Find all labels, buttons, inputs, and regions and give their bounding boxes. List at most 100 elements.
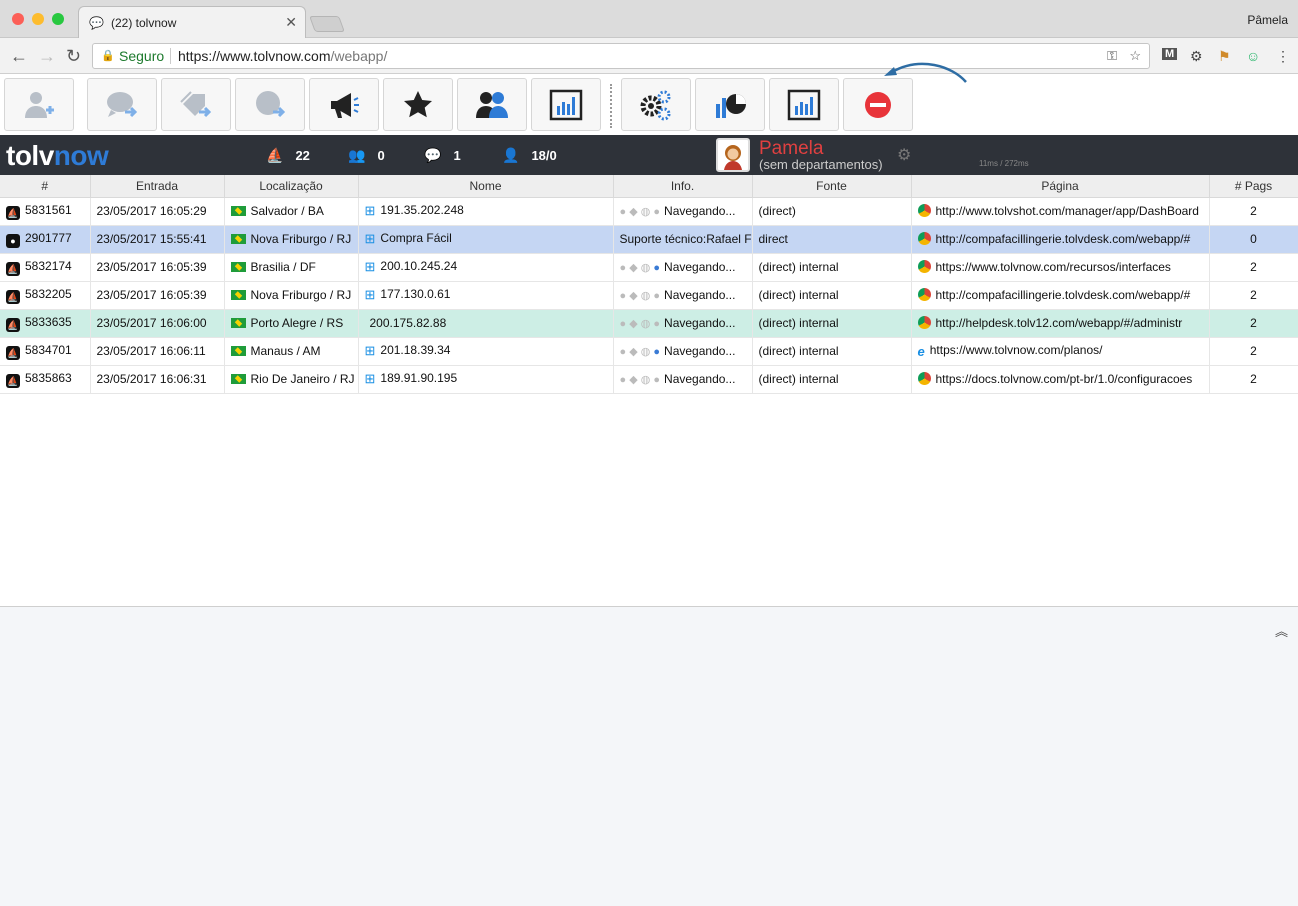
table-row[interactable]: ⛵ 5834701 23/05/2017 16:06:11 Manaus / AM ⊞ 2… [0, 337, 1298, 366]
visitor-name: 191.35.202.248 [380, 203, 464, 217]
browser-user-name[interactable]: Pâmela [1247, 13, 1288, 27]
page-url[interactable]: https://www.tolvnow.com/recursos/interfa… [936, 260, 1171, 274]
cell-pages: 2 [1209, 337, 1298, 366]
table-row[interactable]: ⛵ 5835863 23/05/2017 16:06:31 Rio De Janeir… [0, 365, 1298, 394]
globe-icon: ◍ [640, 262, 654, 274]
url-text[interactable]: https://www.tolvnow.com/webapp/ [178, 48, 387, 64]
app-header: tolvnow ⛵ 22 👥 0 💬 1 👤 18/0 Pamela (sem depa… [0, 135, 1298, 175]
logo-part-1: tolv [6, 140, 54, 171]
tag-icon: ◆ [629, 206, 641, 218]
address-bar[interactable]: 🔒 Seguro https://www.tolvnow.com/webapp/… [92, 43, 1150, 69]
analytics-button[interactable] [695, 78, 765, 131]
broadcast-button[interactable] [309, 78, 379, 131]
close-tab-icon[interactable]: ✕ [285, 14, 297, 31]
chat-bubble-icon: ● [619, 206, 630, 218]
agent-department: (sem departamentos) [759, 157, 883, 172]
cell-pages: 0 [1209, 225, 1298, 254]
column-header[interactable]: Entrada [90, 175, 225, 198]
windows-icon: ⊞ [364, 259, 376, 274]
agent-avatar[interactable] [716, 138, 750, 172]
flag-extension-icon[interactable]: ⚑ [1218, 48, 1231, 65]
table-row[interactable]: ⛵ 5832174 23/05/2017 16:05:39 Brasilia / DF… [0, 253, 1298, 282]
back-arrow-icon[interactable]: ← [10, 46, 28, 67]
column-header[interactable]: # [0, 175, 91, 198]
transfer-tags-button[interactable] [161, 78, 231, 131]
forward-arrow-icon[interactable]: → [38, 46, 56, 67]
column-header[interactable]: Nome [358, 175, 614, 198]
favorites-button[interactable] [383, 78, 453, 131]
column-header[interactable]: # Pags [1209, 175, 1298, 198]
tab-title: (22) tolvnow [111, 16, 177, 30]
key-icon[interactable]: ⚿ [1107, 48, 1117, 64]
tag-icon: ◆ [629, 346, 641, 358]
tag-icon: ◆ [629, 374, 641, 386]
bookmark-star-icon[interactable]: ☆ [1129, 48, 1141, 64]
smile-extension-icon[interactable]: ☺ [1246, 48, 1260, 64]
table-row[interactable]: ⛵ 5832205 23/05/2017 16:05:39 Nova Friburgo… [0, 281, 1298, 310]
windows-icon: ⊞ [364, 371, 376, 386]
add-user-button[interactable] [4, 78, 74, 131]
column-header[interactable]: Fonte [752, 175, 912, 198]
page-url[interactable]: http://compafacillingerie.tolvdesk.com/w… [936, 288, 1191, 302]
groups-stat[interactable]: 👥 0 [348, 147, 385, 164]
reload-icon[interactable]: ↻ [66, 46, 81, 67]
users-button[interactable] [457, 78, 527, 131]
chats-stat[interactable]: 💬 1 [424, 147, 461, 164]
reports-button-2[interactable] [769, 78, 839, 131]
column-header[interactable]: Info. [613, 175, 753, 198]
cell-location: Brasilia / DF [224, 253, 359, 282]
page-url[interactable]: http://helpdesk.tolv12.com/webapp/#/admi… [936, 316, 1183, 330]
windows-icon: ⊞ [364, 231, 376, 246]
table-row[interactable]: ⛵ 5833635 23/05/2017 16:06:00 Porto Alegre … [0, 309, 1298, 338]
cell-location: Manaus / AM [224, 337, 359, 366]
browser-tab[interactable]: 💬 (22) tolvnow ✕ [78, 6, 306, 39]
location-text: Rio De Janeiro / RJ [250, 372, 355, 386]
page-url[interactable]: https://www.tolvnow.com/planos/ [930, 343, 1103, 357]
visitor-status-icon: ⛵ [6, 261, 20, 276]
cell-name: 200.175.82.88 [358, 309, 614, 338]
visitors-stat[interactable]: ⛵ 22 [266, 147, 310, 164]
close-window-button[interactable] [12, 13, 24, 25]
minimize-window-button[interactable] [32, 13, 44, 25]
agent-settings-gear-icon[interactable]: ⚙ [897, 145, 911, 165]
source-text: (direct) [758, 204, 796, 218]
cell-page: e https://www.tolvnow.com/planos/ [911, 337, 1210, 366]
table-row[interactable]: ⛵ 5831561 23/05/2017 16:05:29 Salvador / BA… [0, 197, 1298, 226]
windows-icon: ⊞ [364, 343, 376, 358]
table-row[interactable]: ● 2901777 23/05/2017 15:55:41 Nova Friburgo… [0, 225, 1298, 254]
gear-extension-icon[interactable]: ⚙ [1190, 48, 1203, 65]
m-extension-icon[interactable]: M [1162, 48, 1178, 60]
chrome-browser-icon [917, 260, 931, 273]
page-url[interactable]: https://docs.tolvnow.com/pt-br/1.0/confi… [936, 372, 1193, 386]
users-stat[interactable]: 👤 18/0 [502, 147, 557, 164]
cell-source: direct [752, 225, 912, 254]
url-path: /webapp/ [330, 48, 388, 64]
transfer-chat-button[interactable] [87, 78, 157, 131]
source-text: (direct) internal [758, 260, 839, 274]
reports-button[interactable] [531, 78, 601, 131]
globe-transfer-icon [256, 90, 286, 117]
maximize-window-button[interactable] [52, 13, 64, 25]
visitor-id: 5835863 [25, 370, 72, 385]
page-url[interactable]: http://compafacillingerie.tolvdesk.com/w… [936, 232, 1191, 246]
tolvnow-logo[interactable]: tolvnow [6, 140, 109, 172]
source-text: (direct) internal [758, 316, 839, 330]
collapse-chevron-up-icon[interactable]: ︽ [1275, 621, 1288, 640]
page-url[interactable]: http://www.tolvshot.com/manager/app/Dash… [936, 204, 1199, 218]
windows-icon: ⊞ [364, 287, 376, 302]
pointer-arrow-icon [884, 62, 967, 83]
users-count: 18/0 [531, 148, 557, 163]
toolbar-divider [610, 84, 612, 128]
location-text: Nova Friburgo / RJ [250, 288, 352, 302]
cell-page: http://compafacillingerie.tolvdesk.com/w… [911, 225, 1210, 254]
cell-page: http://compafacillingerie.tolvdesk.com/w… [911, 281, 1210, 310]
new-tab-button[interactable] [309, 16, 345, 32]
settings-button[interactable] [621, 78, 691, 131]
page-count: 2 [1250, 288, 1257, 302]
column-header[interactable]: Página [911, 175, 1210, 198]
tag-icon: ◆ [629, 262, 641, 274]
transfer-globe-button[interactable] [235, 78, 305, 131]
visitor-id: 2901777 [25, 230, 72, 245]
column-header[interactable]: Localização [224, 175, 359, 198]
browser-menu-icon[interactable]: ⋮ [1276, 48, 1290, 65]
